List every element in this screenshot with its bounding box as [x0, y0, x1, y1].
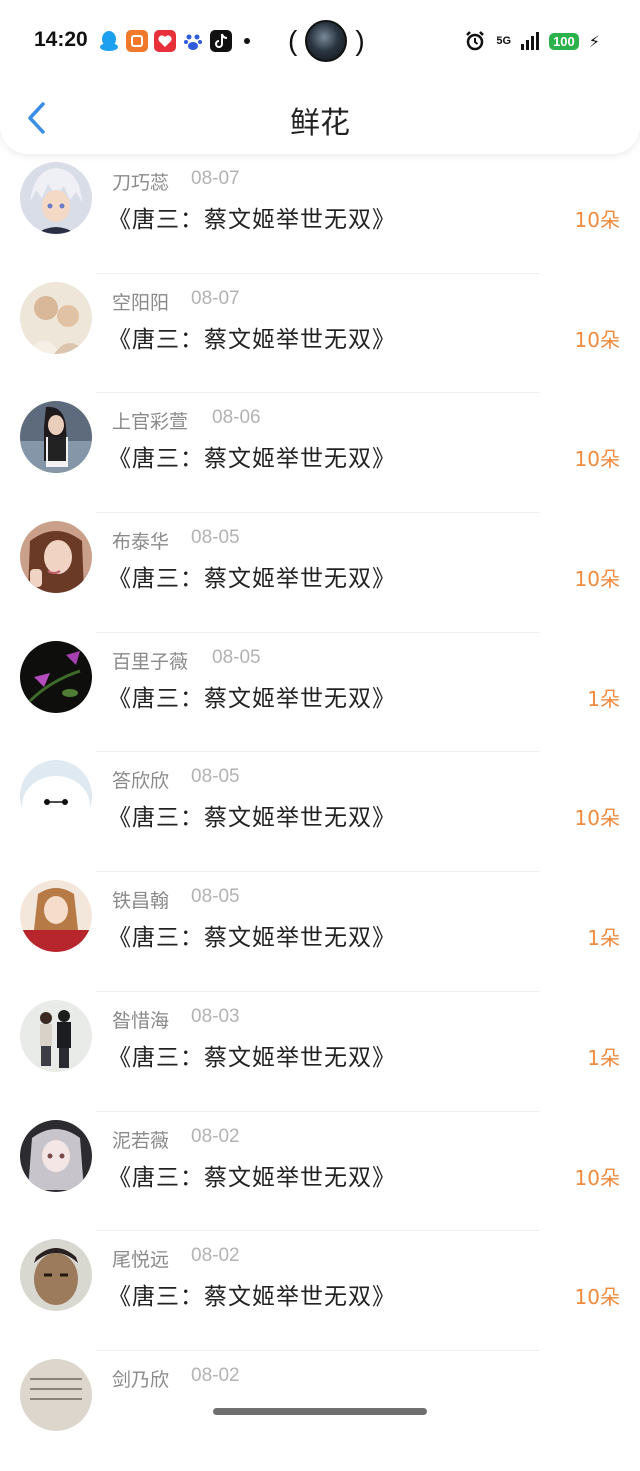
orange-app-icon — [126, 30, 148, 52]
send-date: 08-05 — [191, 886, 240, 908]
girl-seaside-avatar[interactable] — [20, 401, 92, 474]
send-date: 08-07 — [191, 287, 240, 309]
send-date: 08-05 — [191, 766, 240, 788]
baymax-avatar[interactable] — [20, 760, 92, 833]
flower-amount: 10朵 — [574, 1285, 620, 1310]
sender-name: 上官彩萱 — [112, 411, 189, 434]
sender-name: 百里子薇 — [112, 650, 189, 673]
girl-banner-avatar[interactable] — [20, 880, 92, 953]
dynamic-island[interactable]: ( ) — [288, 20, 365, 62]
tiktok-icon — [210, 30, 232, 52]
flower-amount: 10朵 — [574, 447, 620, 472]
status-bar: 14:20 ( ) 5G 100 ⚡ — [0, 0, 640, 84]
send-date: 08-07 — [191, 168, 240, 189]
signal-icon — [521, 32, 540, 50]
purple-flower-avatar[interactable] — [20, 640, 92, 713]
list-item[interactable]: 昝惜海 08-03 《唐三：蔡文姬举世无双》 1朵 — [0, 992, 640, 1112]
island-right-bracket-icon: ) — [355, 25, 365, 56]
couple-standing-avatar[interactable] — [20, 999, 92, 1072]
send-date: 08-03 — [191, 1005, 240, 1027]
flower-record-list: 刀巧蕊 08-07 《唐三：蔡文姬举世无双》 10朵 空阳阳 08-07 《唐三… — [0, 154, 640, 1471]
girl-selfie-avatar[interactable] — [20, 521, 92, 594]
list-item[interactable]: 布泰华 08-05 《唐三：蔡文姬举世无双》 10朵 — [0, 513, 640, 633]
man-face-avatar[interactable] — [20, 1239, 92, 1312]
alarm-icon — [466, 31, 485, 51]
send-date: 08-02 — [191, 1364, 240, 1386]
book-title: 《唐三：蔡文姬举世无双》 — [108, 1164, 396, 1191]
flower-amount: 10朵 — [574, 1165, 620, 1190]
status-time: 14:20 — [34, 28, 88, 51]
send-date: 08-02 — [191, 1125, 240, 1147]
send-date: 08-05 — [191, 527, 240, 549]
baidu-icon — [182, 30, 204, 52]
book-title: 《唐三：蔡文姬举世无双》 — [108, 566, 396, 593]
flower-amount: 10朵 — [574, 327, 620, 352]
camera-icon — [305, 20, 348, 62]
flower-amount: 10朵 — [574, 208, 620, 232]
red-app-icon — [154, 30, 176, 52]
book-title: 《唐三：蔡文姬举世无双》 — [108, 207, 396, 233]
sender-name: 答欣欣 — [112, 770, 170, 793]
status-right: 5G 100 ⚡ — [464, 30, 600, 52]
battery-level: 100 — [549, 32, 579, 50]
network-type: 5G — [496, 35, 512, 47]
home-indicator[interactable] — [213, 1408, 427, 1415]
charging-icon: ⚡ — [588, 31, 600, 51]
more-notifications-dot — [244, 38, 250, 44]
book-title: 《唐三：蔡文姬举世无双》 — [108, 446, 396, 473]
send-date: 08-06 — [212, 407, 261, 429]
sender-name: 泥若薇 — [112, 1129, 170, 1152]
book-title: 《唐三：蔡文姬举世无双》 — [108, 1044, 396, 1071]
flower-amount: 10朵 — [574, 806, 620, 831]
sender-name: 剑乃欣 — [112, 1368, 170, 1391]
list-item[interactable]: 百里子薇 08-05 《唐三：蔡文姬举世无双》 1朵 — [0, 633, 640, 753]
list-item[interactable]: 泥若薇 08-02 《唐三：蔡文姬举世无双》 10朵 — [0, 1112, 640, 1232]
anime-boy-avatar[interactable] — [20, 162, 92, 234]
sender-name: 刀巧蕊 — [112, 172, 170, 194]
book-title: 《唐三：蔡文姬举世无双》 — [108, 685, 396, 712]
list-item[interactable]: 刀巧蕊 08-07 《唐三：蔡文姬举世无双》 10朵 — [0, 154, 640, 274]
list-item[interactable]: 答欣欣 08-05 《唐三：蔡文姬举世无双》 10朵 — [0, 752, 640, 873]
sender-name: 昝惜海 — [112, 1009, 170, 1032]
notification-icons — [98, 30, 250, 52]
send-date: 08-05 — [212, 646, 261, 668]
flower-amount: 1朵 — [587, 686, 620, 711]
flower-amount: 1朵 — [587, 926, 620, 951]
sender-name: 尾悦远 — [112, 1249, 170, 1272]
text-photo-avatar[interactable] — [20, 1358, 92, 1431]
header-bar: 14:20 ( ) 5G 100 ⚡ 鲜花 — [0, 0, 640, 154]
flower-amount: 10朵 — [574, 567, 620, 592]
anime-girl-avatar[interactable] — [20, 1119, 92, 1192]
book-title: 《唐三：蔡文姬举世无双》 — [108, 805, 396, 832]
list-item[interactable]: 空阳阳 08-07 《唐三：蔡文姬举世无双》 10朵 — [0, 274, 640, 394]
nav-bar: 鲜花 — [0, 84, 640, 154]
book-title: 《唐三：蔡文姬举世无双》 — [108, 1284, 396, 1311]
send-date: 08-02 — [191, 1245, 240, 1267]
sender-name: 铁昌翰 — [112, 890, 170, 913]
book-title: 《唐三：蔡文姬举世无双》 — [108, 326, 396, 353]
flower-amount: 1朵 — [587, 1045, 620, 1070]
book-title: 《唐三：蔡文姬举世无双》 — [108, 925, 396, 952]
island-left-bracket-icon: ( — [288, 25, 298, 56]
list-item[interactable]: 尾悦远 08-02 《唐三：蔡文姬举世无双》 10朵 — [0, 1231, 640, 1351]
list-item[interactable]: 上官彩萱 08-06 《唐三：蔡文姬举世无双》 10朵 — [0, 393, 640, 514]
couple-avatar[interactable] — [20, 281, 92, 354]
list-item[interactable]: 铁昌翰 08-05 《唐三：蔡文姬举世无双》 1朵 — [0, 872, 640, 992]
page-title: 鲜花 — [290, 106, 350, 141]
qq-icon — [98, 30, 120, 52]
sender-name: 空阳阳 — [112, 291, 170, 314]
sender-name: 布泰华 — [112, 531, 170, 554]
